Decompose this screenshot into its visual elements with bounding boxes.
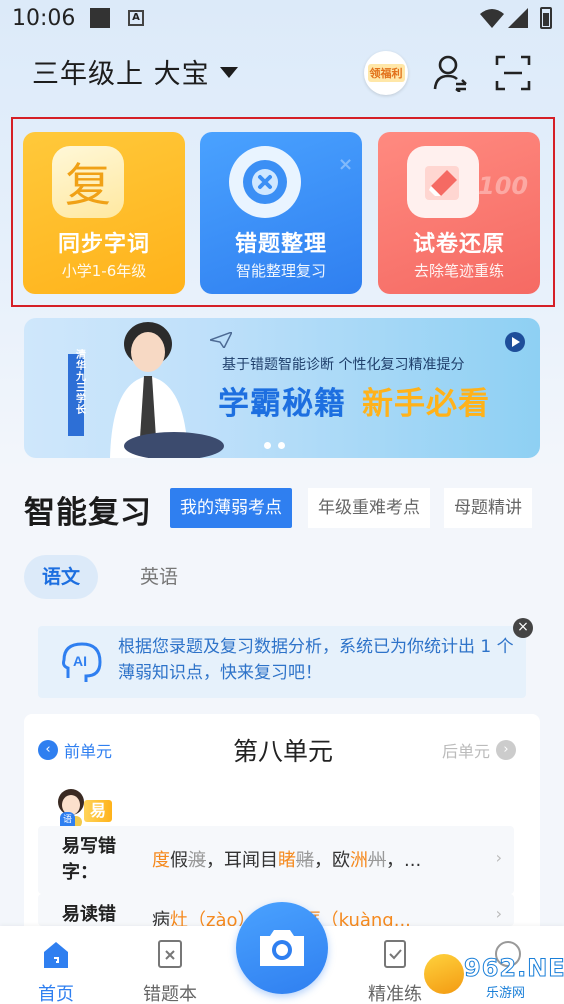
nav-mistake-book[interactable]: 错题本 <box>130 938 210 1004</box>
ai-tip-text: 根据您录题及复习数据分析，系统已为你统计出 1 个薄弱知识点，快来复习吧！ <box>118 637 514 683</box>
watermark-text: 962.NET <box>463 954 564 983</box>
keyboard-icon: A <box>128 10 144 26</box>
camera-lens-icon <box>229 146 301 218</box>
banner-title-primary: 学霸秘籍 <box>218 386 346 422</box>
word-row-label: 易写错字： <box>62 836 116 883</box>
mistake-organize-title: 错题整理 <box>234 232 327 257</box>
nav-precise-practice-label: 精准练 <box>368 984 422 1004</box>
nav-home[interactable]: 首页 <box>16 938 96 1004</box>
word-row-text: 病灶（zào）e，眼眶（kuàng... <box>152 906 492 926</box>
watermark-logo-icon <box>424 954 464 994</box>
highlight-char: 睹 <box>278 850 296 871</box>
word-row-text: 度假渡，耳闻目睹赌，欧洲州，... <box>152 846 492 872</box>
student-illustration <box>68 322 224 458</box>
promo-banner[interactable]: 清华九三学长 基于错题智能诊断 个性化复习精准提分 学霸秘籍 新手必看 <box>24 318 540 458</box>
wrong-char: 州 <box>368 850 386 871</box>
highlight-char: 洲 <box>350 850 368 871</box>
word-row-miswrite[interactable]: 易写错字： 度假渡，耳闻目睹赌，欧洲州，... › <box>38 826 514 894</box>
deco-score-icon: 100 <box>478 172 529 200</box>
welfare-button[interactable]: 领福利 <box>364 51 408 95</box>
wrong-char: 渡 <box>188 850 206 871</box>
plain-text: ，耳闻目 <box>206 850 278 871</box>
nav-home-label: 首页 <box>38 984 74 1004</box>
watermark-sub: 乐游网 <box>484 982 528 1001</box>
plain-text: 病 <box>152 910 170 926</box>
next-unit-button[interactable]: 后单元 › <box>442 738 517 762</box>
banner-dot-2[interactable] <box>278 442 285 449</box>
welfare-label: 领福利 <box>367 64 405 82</box>
wifi-icon <box>480 9 504 28</box>
word-row-label: 易读错字： <box>62 904 116 925</box>
status-bar: 10:06 A <box>0 0 564 38</box>
plain-text: ，欧 <box>314 850 350 871</box>
sync-words-card[interactable]: 复 同步字词 小学1-6年级 <box>23 132 185 294</box>
paper-restore-title: 试卷还原 <box>412 232 505 257</box>
grade-selector-label: 三年级上 大宝 <box>32 59 210 90</box>
mistake-book-icon <box>158 940 182 968</box>
svg-text:AI: AI <box>73 653 87 669</box>
grade-selector[interactable]: 三年级上 大宝 <box>32 52 238 91</box>
home-icon <box>44 942 68 968</box>
paper-restore-card[interactable]: 100 试卷还原 去除笔迹重练 <box>378 132 540 294</box>
status-time: 10:06 <box>12 6 76 31</box>
banner-dot-1[interactable] <box>264 442 271 449</box>
scan-icon[interactable] <box>495 55 531 91</box>
unit-title: 第八单元 <box>232 737 333 766</box>
banner-person-tag: 清华九三学长 <box>76 350 86 416</box>
challenge-label: 易错词大挑战 <box>84 800 113 930</box>
tab-grade-key-points[interactable]: 年级重难考点 <box>308 488 430 528</box>
highlight-char: 度 <box>152 850 170 871</box>
prev-unit-label: 前单元 <box>64 742 113 761</box>
paper-restore-subtitle: 去除笔迹重练 <box>413 262 504 280</box>
chevron-right-icon: › <box>496 740 517 760</box>
nav-mistake-book-label: 错题本 <box>143 984 197 1004</box>
camera-button[interactable] <box>236 902 328 994</box>
mistake-organize-subtitle: 智能整理复习 <box>235 262 326 280</box>
practice-icon <box>384 940 406 968</box>
sync-words-title: 同步字词 <box>57 232 150 257</box>
wrong-char: 赌 <box>296 850 314 871</box>
plain-text: 假 <box>170 850 188 871</box>
caret-down-icon <box>219 67 238 78</box>
camera-icon <box>260 930 304 966</box>
user-switch-icon[interactable] <box>432 54 468 92</box>
chevron-right-icon: › <box>495 848 502 867</box>
subject-english[interactable]: 英语 <box>122 555 196 599</box>
chevron-right-icon: › <box>495 904 502 923</box>
plain-text: ，... <box>386 850 422 871</box>
review-char-icon: 复 <box>52 146 124 218</box>
ai-tip-box[interactable]: AI 根据您录题及复习数据分析，系统已为你统计出 1 个薄弱知识点，快来复习吧！ <box>38 626 526 698</box>
deco-cross-icon: × <box>338 154 354 175</box>
review-char: 复 <box>65 158 111 212</box>
eraser-icon <box>407 146 479 218</box>
ai-head-icon: AI <box>62 642 102 682</box>
battery-icon <box>540 7 552 29</box>
prev-unit-button[interactable]: ‹ 前单元 <box>38 738 112 762</box>
sync-words-subtitle: 小学1-6年级 <box>61 262 147 280</box>
tab-weak-points[interactable]: 我的薄弱考点 <box>170 488 292 528</box>
mistake-organize-card[interactable]: × 错题整理 智能整理复习 <box>200 132 362 294</box>
chevron-left-icon: ‹ <box>38 740 58 760</box>
banner-subtitle: 基于错题智能诊断 个性化复习精准提分 <box>222 357 465 373</box>
tab-mother-questions[interactable]: 母题精讲 <box>444 488 532 528</box>
banner-title-secondary: 新手必看 <box>362 386 490 422</box>
site-watermark: 962.NET 乐游网 <box>424 950 564 1001</box>
play-icon[interactable] <box>505 332 525 352</box>
notification-icon <box>90 8 110 28</box>
paper-plane-icon <box>210 332 232 348</box>
nav-precise-practice[interactable]: 精准练 <box>355 938 435 1004</box>
smart-review-title: 智能复习 <box>24 495 152 531</box>
signal-icon <box>508 8 528 28</box>
next-unit-label: 后单元 <box>442 742 491 761</box>
close-icon[interactable]: × <box>513 618 533 638</box>
subject-chinese[interactable]: 语文 <box>24 555 99 599</box>
